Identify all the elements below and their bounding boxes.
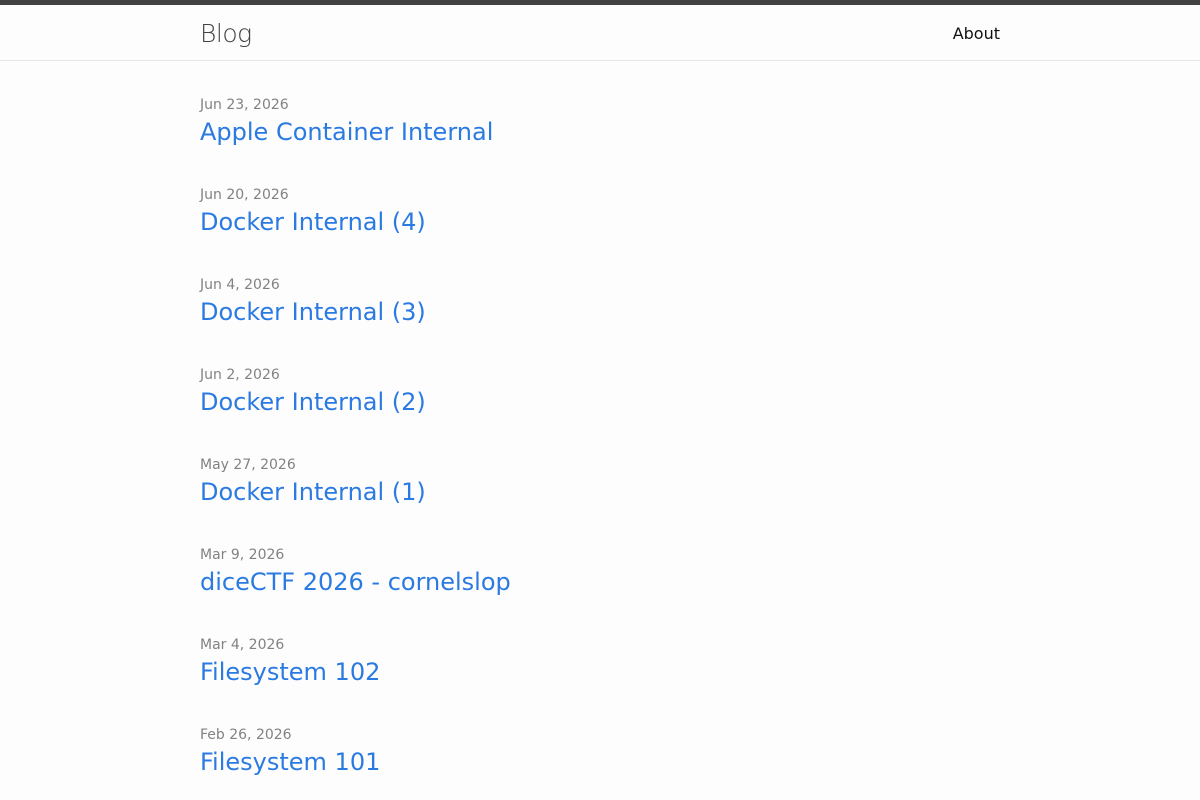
post-item: Mar 4, 2026 Filesystem 102 — [200, 636, 1000, 726]
post-title-link[interactable]: Apple Container Internal — [200, 115, 1000, 149]
post-title-link[interactable]: Filesystem 102 — [200, 655, 1000, 689]
post-title-link[interactable]: Docker Internal (3) — [200, 295, 1000, 329]
post-item: Jun 4, 2026 Docker Internal (3) — [200, 276, 1000, 366]
site-header: Blog About — [0, 5, 1200, 61]
post-item: Feb 26, 2026 Filesystem 101 — [200, 726, 1000, 800]
post-title-link[interactable]: Filesystem 101 — [200, 745, 1000, 779]
post-title-link[interactable]: Docker Internal (2) — [200, 385, 1000, 419]
nav-link-about[interactable]: About — [953, 24, 1000, 43]
post-date: Jun 4, 2026 — [200, 277, 280, 293]
post-date: Jun 2, 2026 — [200, 367, 280, 383]
post-date: Jun 20, 2026 — [200, 187, 289, 203]
post-item: Jun 20, 2026 Docker Internal (4) — [200, 186, 1000, 276]
site-nav: About — [953, 24, 1000, 43]
post-title-link[interactable]: diceCTF 2026 - cornelslop — [200, 565, 1000, 599]
post-item: Jun 2, 2026 Docker Internal (2) — [200, 366, 1000, 456]
header-inner: Blog About — [200, 5, 1000, 61]
post-item: Jun 23, 2026 Apple Container Internal — [200, 96, 1000, 186]
post-title-link[interactable]: Docker Internal (4) — [200, 205, 1000, 239]
post-item: Mar 9, 2026 diceCTF 2026 - cornelslop — [200, 546, 1000, 636]
post-list: Jun 23, 2026 Apple Container Internal Ju… — [200, 61, 1000, 800]
post-date: Jun 23, 2026 — [200, 97, 289, 113]
post-date: Mar 9, 2026 — [200, 547, 285, 563]
post-date: Mar 4, 2026 — [200, 637, 285, 653]
post-title-link[interactable]: Docker Internal (1) — [200, 475, 1000, 509]
site-title-link[interactable]: Blog — [200, 19, 252, 48]
post-item: May 27, 2026 Docker Internal (1) — [200, 456, 1000, 546]
post-date: May 27, 2026 — [200, 457, 296, 473]
post-date: Feb 26, 2026 — [200, 727, 292, 743]
